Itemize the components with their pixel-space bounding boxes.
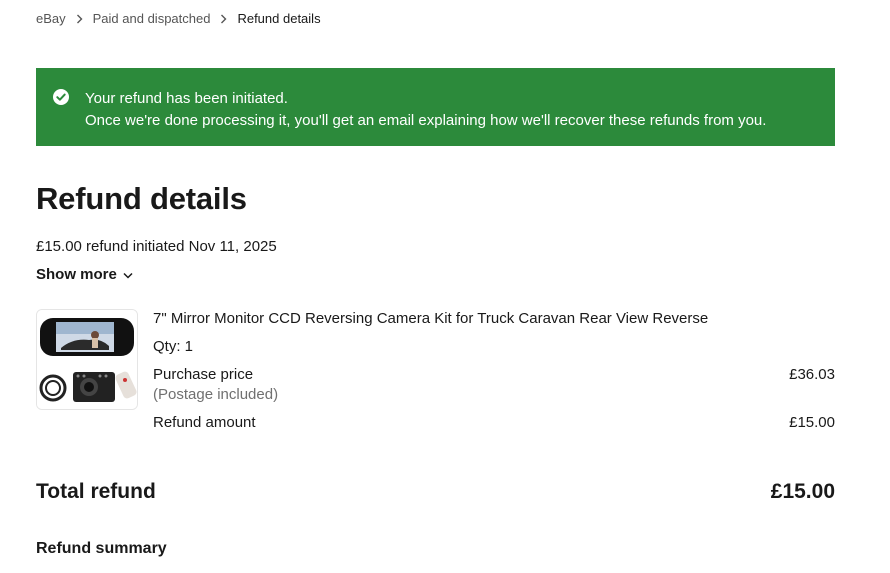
breadcrumb-paid-dispatched-link[interactable]: Paid and dispatched <box>93 11 211 26</box>
check-circle-icon <box>53 89 69 105</box>
refund-initiated-text: £15.00 refund initiated Nov 11, 2025 <box>36 238 277 255</box>
item-title-link[interactable]: 7" Mirror Monitor CCD Reversing Camera K… <box>153 310 708 327</box>
banner-line-1: Your refund has been initiated. <box>85 90 288 107</box>
chevron-right-icon <box>220 14 227 24</box>
refund-summary-heading: Refund summary <box>36 540 167 557</box>
breadcrumb-current: Refund details <box>237 11 321 26</box>
refund-amount-label: Refund amount <box>153 414 256 431</box>
breadcrumb-ebay-link[interactable]: eBay <box>36 11 66 26</box>
success-banner: Your refund has been initiated. Once we'… <box>36 68 835 146</box>
banner-line-2: Once we're done processing it, you'll ge… <box>85 112 767 129</box>
item-thumbnail[interactable] <box>36 309 138 410</box>
chevron-right-icon <box>76 14 83 24</box>
page-title: Refund details <box>36 181 247 216</box>
breadcrumb: eBay Paid and dispatched Refund details <box>36 11 321 26</box>
postage-note: (Postage included) <box>153 386 279 403</box>
total-refund-value: £15.00 <box>770 480 835 503</box>
show-more-button[interactable]: Show more <box>36 266 133 283</box>
banner-message: Your refund has been initiated. Once we'… <box>85 88 766 132</box>
total-refund-label: Total refund <box>36 480 156 503</box>
item-quantity: Qty: 1 <box>153 338 194 355</box>
purchase-price-label: Purchase price <box>153 366 254 383</box>
show-more-label: Show more <box>36 266 117 283</box>
refund-amount-value: £15.00 <box>789 414 835 431</box>
chevron-down-icon <box>123 266 133 283</box>
purchase-price-value: £36.03 <box>789 366 835 383</box>
